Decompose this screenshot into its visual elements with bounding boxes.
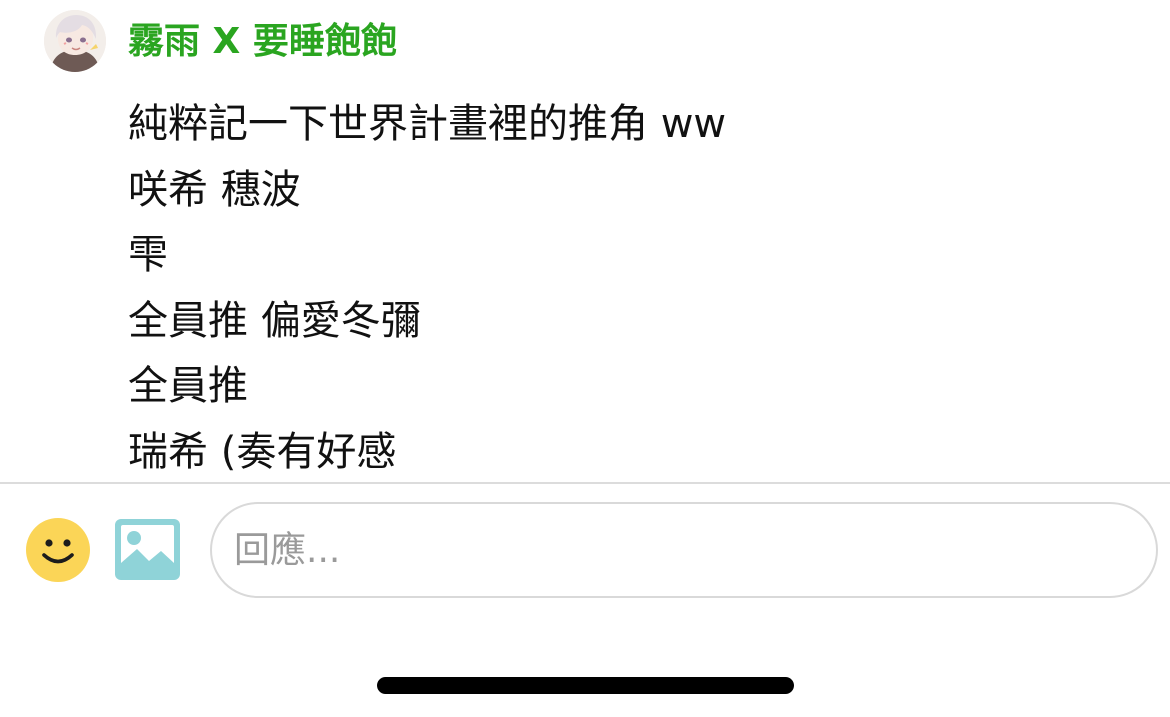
avatar[interactable] xyxy=(44,10,106,72)
comment-line: 全員推 xyxy=(128,363,248,409)
comment-line: 瑞希 (奏有好感 xyxy=(128,428,397,475)
comment-line: 純粹記一下世界計畫裡的推角 ww xyxy=(128,101,727,147)
comment-body: 純粹記一下世界計畫裡的推角 ww 咲希 穗波 雫 全員推 偏愛冬彌 全員推 瑞希… xyxy=(128,92,726,485)
emoji-button[interactable] xyxy=(26,518,90,582)
anime-avatar-icon xyxy=(44,10,106,72)
comment-line: 全員推 偏愛冬彌 xyxy=(128,297,421,344)
comment-line: 咲希 穗波 xyxy=(128,166,301,213)
comment-line: 雫 xyxy=(128,232,168,278)
home-indicator[interactable] xyxy=(377,677,794,694)
author-name[interactable]: 霧雨 X 要睡飽飽 xyxy=(128,18,397,66)
comment-page: 霧雨 X 要睡飽飽 純粹記一下世界計畫裡的推角 ww 咲希 穗波 雫 全員推 偏… xyxy=(0,0,1170,717)
image-button[interactable] xyxy=(115,519,180,580)
divider xyxy=(0,482,1170,484)
comment-item: 霧雨 X 要睡飽飽 純粹記一下世界計畫裡的推角 ww 咲希 穗波 雫 全員推 偏… xyxy=(0,0,1170,482)
reply-input[interactable] xyxy=(210,502,1158,598)
image-picture-icon xyxy=(115,519,180,580)
smiley-face-icon xyxy=(26,518,90,582)
